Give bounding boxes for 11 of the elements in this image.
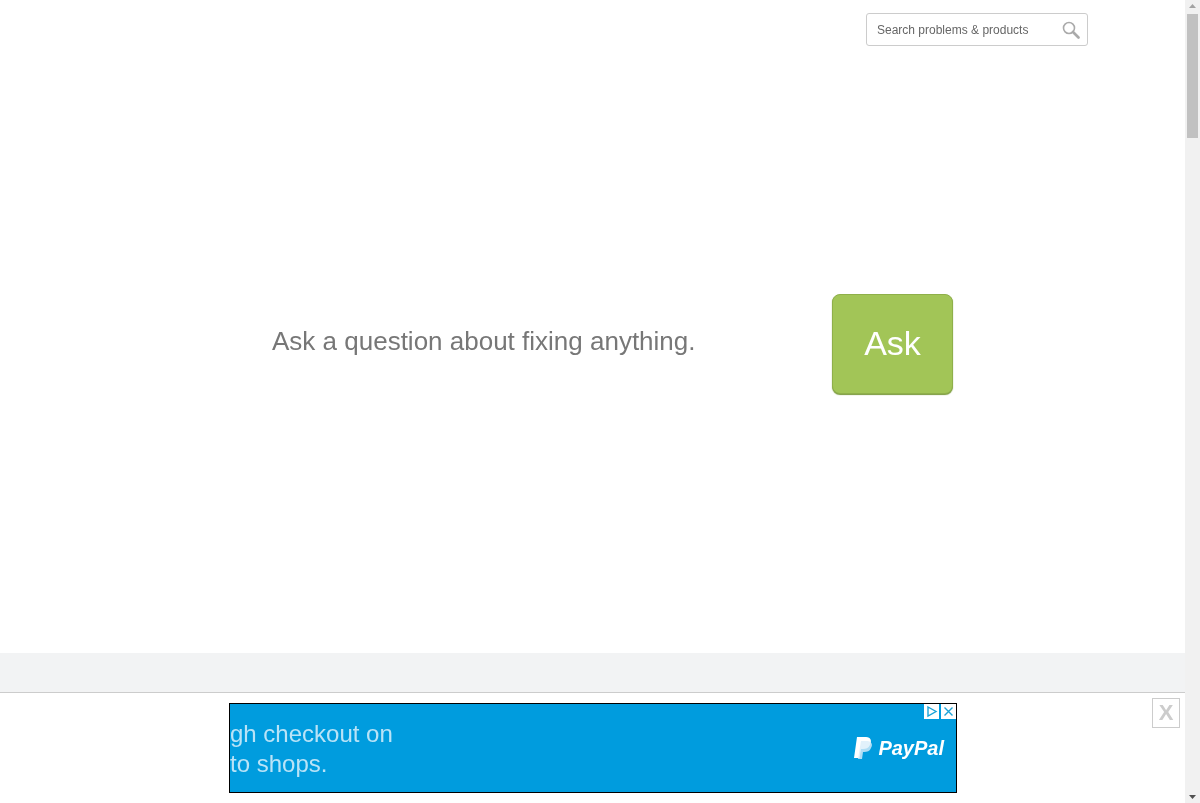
prompt-text: Ask a question about fixing anything.: [272, 326, 697, 357]
ad-text: to shops.: [230, 749, 329, 779]
close-icon[interactable]: [941, 704, 956, 719]
ad-text: gh checkout on: [230, 719, 393, 749]
search-field[interactable]: Search problems & products: [866, 13, 1088, 46]
ad-choices-icon[interactable]: [924, 704, 939, 719]
brand-name: PayPal: [878, 736, 944, 760]
advertisement-banner[interactable]: gh checkout on to shops. PayPal: [229, 703, 957, 793]
search-icon[interactable]: [1062, 21, 1080, 39]
scroll-thumb[interactable]: [1187, 14, 1198, 138]
ask-button[interactable]: Ask: [832, 293, 953, 394]
